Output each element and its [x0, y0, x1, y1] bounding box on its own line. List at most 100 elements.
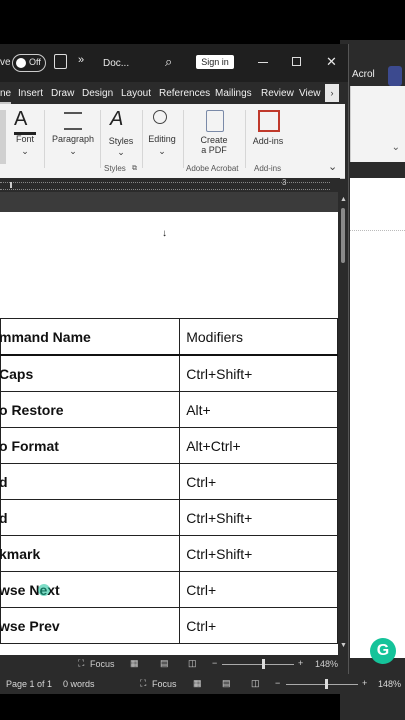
zoom-slider-thumb[interactable] [262, 659, 265, 669]
add-ins-button[interactable]: Add-ins [250, 136, 286, 146]
dialog-launcher-icon[interactable]: ⧉ [132, 165, 137, 173]
search-icon[interactable]: ⌕ [165, 54, 172, 70]
zoom-slider-thumb[interactable] [325, 679, 328, 689]
ruler-marker: 3 [282, 178, 287, 187]
modifier-cell[interactable]: Ctrl+ [179, 571, 338, 608]
web-layout-icon[interactable]: ◫ [251, 678, 260, 689]
header-modifiers[interactable]: Modifiers [179, 318, 338, 356]
title-bar: ve Off » Doc... ⌕ Sign in ✕ [0, 44, 348, 82]
font-color-icon[interactable]: A [14, 108, 27, 131]
zoom-in-icon[interactable]: + [362, 678, 367, 688]
font-button[interactable]: Font [10, 134, 40, 144]
tab-home[interactable]: ne [0, 86, 12, 104]
paragraph-button[interactable]: Paragraph [50, 134, 96, 144]
save-icon[interactable] [54, 54, 67, 69]
overflow-icon[interactable]: » [78, 54, 84, 66]
modifier-cell[interactable]: Ctrl+Shift+ [179, 535, 338, 572]
tabs-scroll-right-icon[interactable]: › [325, 84, 339, 102]
add-ins-icon[interactable] [258, 110, 280, 132]
scroll-down-icon[interactable]: ▼ [340, 642, 347, 649]
page-info[interactable]: Page 1 of 1 [6, 679, 52, 689]
header-command-name[interactable]: mmand Name [0, 318, 181, 356]
collapse-ribbon-icon[interactable]: ⌄ [328, 160, 337, 173]
chevron-down-icon[interactable]: ⌄ [116, 147, 126, 158]
close-icon[interactable]: ✕ [326, 54, 337, 70]
word-count[interactable]: 0 words [63, 679, 95, 689]
chevron-down-icon[interactable]: ⌄ [392, 142, 400, 153]
command-cell[interactable]: o Format [0, 427, 181, 464]
tab-design[interactable]: Design [82, 86, 113, 102]
table-row: o Restore Alt+ [0, 391, 338, 428]
scroll-thumb[interactable] [341, 208, 345, 263]
table-row: d Ctrl+ [0, 463, 338, 500]
print-layout-icon[interactable]: ▤ [160, 658, 169, 669]
modifier-cell[interactable]: Ctrl+ [179, 463, 338, 500]
vertical-scrollbar[interactable]: ▲ ▼ [338, 192, 348, 655]
table-header-row: mmand Name Modifiers [0, 318, 338, 356]
tab-view[interactable]: View [299, 86, 321, 102]
autosave-toggle[interactable]: Off [12, 54, 46, 72]
command-cell[interactable]: d [0, 499, 181, 536]
scroll-up-icon[interactable]: ▲ [340, 196, 347, 203]
modifier-cell[interactable]: Alt+Ctrl+ [179, 427, 338, 464]
modifier-cell[interactable]: Alt+ [179, 391, 338, 428]
chevron-down-icon[interactable]: ⌄ [157, 146, 167, 157]
background-ribbon: ⌄ [350, 86, 405, 162]
sign-in-button[interactable]: Sign in [196, 55, 234, 69]
command-cell[interactable]: wse Next [0, 571, 181, 608]
zoom-slider[interactable] [286, 684, 358, 685]
command-cell[interactable]: d [0, 463, 181, 500]
web-layout-icon[interactable]: ◫ [188, 658, 197, 669]
command-cell[interactable]: kmark [0, 535, 181, 572]
focus-icon[interactable]: ⛶ [140, 678, 146, 689]
paragraph-icon[interactable] [64, 112, 82, 130]
command-cell[interactable]: o Restore [0, 391, 181, 428]
print-layout-icon[interactable]: ▤ [222, 678, 231, 689]
status-bar: ⛶ Focus ▦ ▤ ◫ − + 148% [0, 655, 340, 673]
read-mode-icon[interactable]: ▦ [130, 658, 139, 669]
modifier-cell[interactable]: Ctrl+Shift+ [179, 354, 338, 392]
styles-button[interactable]: Styles [104, 136, 138, 146]
background-tab-scroll[interactable] [388, 66, 402, 86]
modifier-cell[interactable]: Ctrl+Shift+ [179, 499, 338, 536]
maximize-icon[interactable] [292, 57, 301, 66]
zoom-out-icon[interactable]: − [212, 658, 217, 668]
command-cell[interactable]: Caps [0, 354, 181, 392]
zoom-out-icon[interactable]: − [275, 678, 280, 688]
find-icon[interactable] [153, 110, 167, 124]
read-mode-icon[interactable]: ▦ [193, 678, 202, 689]
tab-draw[interactable]: Draw [51, 86, 74, 102]
focus-button[interactable]: Focus [90, 659, 115, 669]
zoom-level[interactable]: 148% [315, 659, 338, 669]
zoom-in-icon[interactable]: + [298, 658, 303, 668]
group-label-styles: Styles [104, 164, 126, 173]
create-pdf-icon[interactable] [206, 110, 224, 132]
cursor-icon: ↓ [162, 228, 167, 239]
indent-marker[interactable] [10, 182, 12, 188]
create-pdf-button[interactable]: Create a PDF [192, 135, 236, 155]
styles-icon[interactable]: A [110, 108, 123, 131]
zoom-slider[interactable] [222, 664, 294, 665]
focus-button[interactable]: Focus [152, 679, 177, 689]
command-cell[interactable]: wse Prev [0, 607, 181, 644]
grammarly-icon[interactable]: G [370, 638, 396, 664]
zoom-level[interactable]: 148% [378, 679, 401, 689]
modifier-cell[interactable]: Ctrl+ [179, 607, 338, 644]
tab-layout[interactable]: Layout [121, 86, 151, 102]
separator [245, 110, 246, 168]
ribbon: A Font ⌄ Paragraph ⌄ A Styles ⌄ Styles ⧉… [0, 104, 345, 179]
document-title[interactable]: Doc... [103, 58, 129, 69]
horizontal-ruler: 3 [0, 178, 340, 192]
tab-insert[interactable]: Insert [18, 86, 43, 102]
mouse-cursor-highlight [38, 584, 50, 596]
tab-mailings[interactable]: Mailings [215, 86, 252, 102]
chevron-down-icon[interactable]: ⌄ [68, 146, 78, 157]
autosave-state: Off [29, 57, 41, 67]
chevron-down-icon[interactable]: ⌄ [20, 146, 30, 157]
editing-button[interactable]: Editing [144, 134, 180, 144]
tab-references[interactable]: References [159, 86, 210, 102]
focus-icon[interactable]: ⛶ [78, 658, 84, 669]
background-tab-acrobat[interactable]: Acrol [352, 69, 375, 80]
minimize-icon[interactable] [258, 62, 268, 63]
tab-review[interactable]: Review [261, 86, 294, 102]
